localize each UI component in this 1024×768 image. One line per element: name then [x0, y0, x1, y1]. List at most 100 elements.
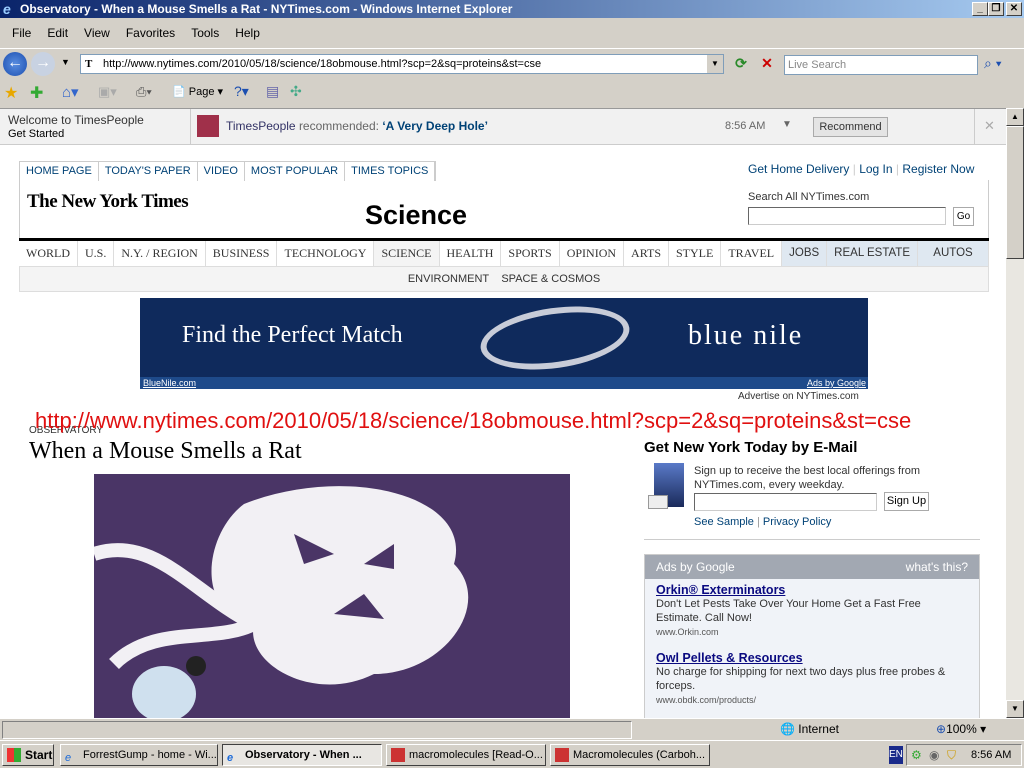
network-icon[interactable]: ⚙ [911, 748, 922, 762]
menu-favorites[interactable]: Favorites [118, 26, 183, 40]
forward-button[interactable]: → [31, 52, 55, 76]
scroll-thumb[interactable] [1006, 126, 1024, 259]
tab-video[interactable]: VIDEO [198, 162, 245, 181]
nav-science[interactable]: SCIENCE [374, 241, 440, 266]
menu-view[interactable]: View [76, 26, 118, 40]
status-text [2, 721, 632, 739]
subnav-space-cosmos[interactable]: SPACE & COSMOS [501, 273, 600, 285]
home-icon[interactable]: ⌂▾ [62, 83, 79, 101]
ie-icon: e [3, 1, 11, 17]
minimize-button[interactable]: _ [972, 2, 988, 16]
see-sample-link[interactable]: See Sample [694, 516, 754, 528]
clock[interactable]: 8:56 AM [971, 749, 1011, 761]
account-links: Get Home Delivery | Log In | Register No… [748, 162, 975, 176]
taskbar-item[interactable]: macromolecules [Read-O... [386, 744, 546, 766]
nav-ny-region[interactable]: N.Y. / REGION [114, 241, 206, 266]
history-dropdown-icon[interactable]: ▼ [61, 57, 70, 67]
email-input[interactable] [694, 493, 877, 511]
start-button[interactable]: Start [2, 744, 54, 766]
nav-sports[interactable]: SPORTS [501, 241, 560, 266]
zoom-icon: ⊕ [936, 722, 947, 736]
close-button[interactable]: ✕ [1006, 2, 1022, 16]
research-icon[interactable]: ▤ [266, 83, 279, 100]
web-page: HOME PAGE TODAY'S PAPER VIDEO MOST POPUL… [0, 145, 1006, 718]
stop-icon[interactable]: ✕ [757, 55, 777, 75]
taskbar-item-active[interactable]: e Observatory - When ... [222, 744, 382, 766]
nav-jobs[interactable]: JOBS [782, 241, 828, 266]
language-indicator[interactable]: EN [889, 746, 903, 764]
security-shield-icon[interactable]: ⛉ [947, 748, 956, 763]
sign-up-button[interactable]: Sign Up [884, 492, 929, 511]
nyt-favicon: T [85, 58, 93, 70]
maximize-button[interactable]: ❐ [988, 2, 1004, 16]
search-go-button[interactable]: Go [953, 207, 974, 226]
register-now-link[interactable]: Register Now [902, 162, 974, 176]
nav-business[interactable]: BUSINESS [206, 241, 278, 266]
tab-most-popular[interactable]: MOST POPULAR [245, 162, 346, 181]
tab-times-topics[interactable]: TIMES TOPICS [345, 162, 436, 181]
close-timespeople-icon[interactable]: ✕ [984, 118, 995, 134]
live-search-input[interactable]: Live Search [784, 55, 978, 75]
help-icon[interactable]: ?▾ [234, 83, 249, 100]
whats-this-link[interactable]: what's this? [906, 555, 968, 579]
messenger-icon[interactable]: ✣ [290, 83, 302, 100]
page-menu[interactable]: 📄 Page ▾ [172, 85, 223, 98]
nav-real-estate[interactable]: REAL ESTATE [827, 241, 919, 266]
menu-file[interactable]: File [4, 26, 39, 40]
taskbar-item[interactable]: Macromolecules (Carboh... [550, 744, 710, 766]
ad-title-link[interactable]: Orkin® Exterminators [656, 583, 968, 597]
powerpoint-icon [555, 748, 569, 762]
taskbar-item[interactable]: e ForrestGump - home - Wi... [60, 744, 218, 766]
refresh-icon[interactable]: ⟳ [731, 55, 751, 75]
advertise-link[interactable]: Advertise on NYTimes.com [738, 391, 859, 402]
ad-title-link[interactable]: Owl Pellets & Resources [656, 651, 968, 665]
feeds-icon[interactable]: ▣▾ [98, 84, 117, 100]
subnav-environment[interactable]: ENVIRONMENT [408, 273, 489, 285]
nav-travel[interactable]: TRAVEL [721, 241, 783, 266]
nav-style[interactable]: STYLE [669, 241, 722, 266]
nav-world[interactable]: WORLD [19, 241, 78, 266]
recommended-article-link[interactable]: ‘A Very Deep Hole’ [382, 119, 488, 133]
recommend-button[interactable]: Recommend [813, 117, 888, 137]
menu-edit[interactable]: Edit [39, 26, 76, 40]
url-dropdown-icon[interactable]: ▼ [707, 55, 723, 73]
add-favorite-icon[interactable]: ✚ [30, 83, 43, 103]
speaker-icon[interactable]: ◉ [929, 748, 939, 762]
search-label: Search All NYTimes.com [748, 191, 870, 203]
nav-arts[interactable]: ARTS [624, 241, 669, 266]
article-headline: When a Mouse Smells a Rat [29, 438, 302, 464]
expand-arrow-icon[interactable]: ▼ [782, 119, 792, 130]
ads-by-google-link[interactable]: Ads by Google [807, 377, 866, 389]
nyt-search-input[interactable] [748, 207, 946, 225]
get-started-link[interactable]: Get Started [8, 128, 64, 140]
blue-nile-ad[interactable]: Find the Perfect Match blue nile BlueNil… [140, 297, 868, 389]
log-in-link[interactable]: Log In [859, 162, 892, 176]
ad-url[interactable]: www.obdk.com/products/ [656, 693, 968, 707]
nyt-logo[interactable]: The New York Times [27, 191, 189, 213]
back-button[interactable]: ← [3, 52, 27, 76]
ad-url[interactable]: www.Orkin.com [656, 625, 968, 639]
tab-home-page[interactable]: HOME PAGE [20, 162, 99, 181]
search-icon[interactable]: ⌕ ▾ [984, 55, 1016, 75]
print-icon[interactable]: ⎙▾ [136, 84, 152, 100]
privacy-policy-link[interactable]: Privacy Policy [763, 516, 831, 528]
top-nav-tabs: HOME PAGE TODAY'S PAPER VIDEO MOST POPUL… [19, 161, 437, 181]
scroll-down-button[interactable]: ▼ [1006, 700, 1024, 718]
nav-technology[interactable]: TECHNOLOGY [277, 241, 375, 266]
nav-autos[interactable]: AUTOS [918, 241, 989, 266]
favorites-star-icon[interactable]: ★ [4, 83, 18, 103]
window-title: Observatory - When a Mouse Smells a Rat … [20, 2, 513, 16]
vertical-scrollbar[interactable]: ▲ ▼ [1006, 108, 1024, 718]
ad-site-link[interactable]: BlueNile.com [143, 377, 196, 389]
nav-health[interactable]: HEALTH [440, 241, 502, 266]
menu-tools[interactable]: Tools [183, 26, 227, 40]
article-illustration [94, 474, 570, 718]
nav-us[interactable]: U.S. [78, 241, 115, 266]
url-input[interactable]: Thttp://www.nytimes.com/2010/05/18/scien… [80, 54, 724, 74]
zoom-level[interactable]: ⊕100% ▾ [936, 722, 986, 736]
get-home-delivery-link[interactable]: Get Home Delivery [748, 162, 849, 176]
menu-help[interactable]: Help [227, 26, 268, 40]
scroll-up-button[interactable]: ▲ [1006, 108, 1024, 126]
tab-todays-paper[interactable]: TODAY'S PAPER [99, 162, 198, 181]
nav-opinion[interactable]: OPINION [560, 241, 625, 266]
